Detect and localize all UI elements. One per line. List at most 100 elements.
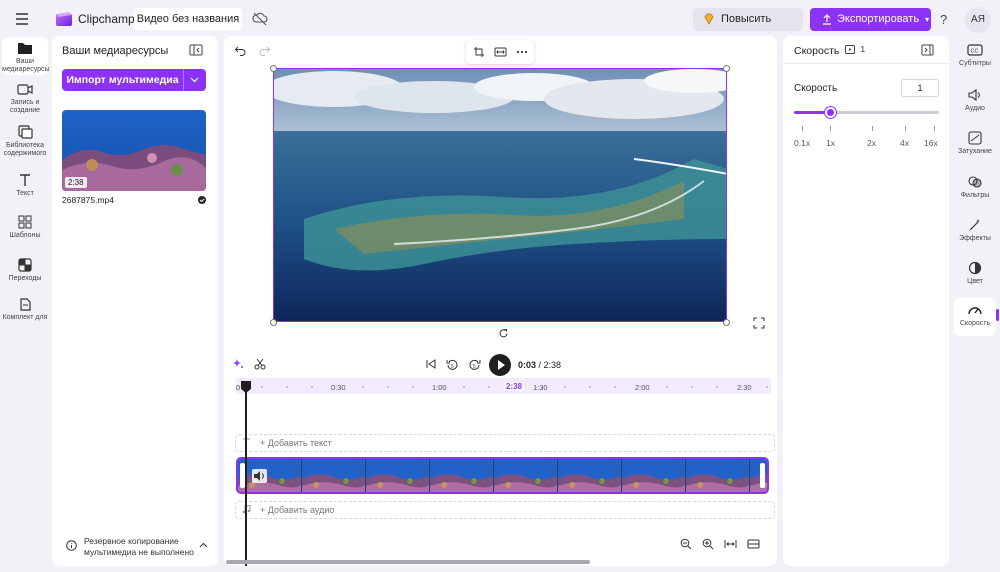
scissors-icon[interactable] <box>254 358 266 370</box>
fit-icon[interactable] <box>494 46 507 58</box>
video-clip[interactable] <box>236 457 769 494</box>
rail-label: Эффекты <box>959 235 991 242</box>
ruler-dot <box>261 386 263 388</box>
export-button[interactable]: Экспортировать ▾ <box>810 8 931 31</box>
resize-handle[interactable] <box>723 65 730 72</box>
rail-label: Библиотека содержимого <box>3 142 47 157</box>
library-icon <box>18 125 33 139</box>
timecode: 0:03 / 2:38 <box>518 360 561 370</box>
slider-mark-label: 16x <box>924 138 938 148</box>
rail-label: Скорость <box>959 320 991 327</box>
undo-icon[interactable] <box>234 44 246 56</box>
upgrade-button[interactable]: Повысить статус <box>693 8 803 48</box>
current-time: 0:03 <box>518 360 537 370</box>
skip-back-icon[interactable] <box>425 358 437 370</box>
timeline-ruler[interactable]: 0 0:30 1:00 1:30 2:00 2:30 2:38 <box>236 378 771 394</box>
timeline-layout-icon[interactable] <box>747 538 760 550</box>
chevron-up-icon[interactable] <box>199 542 208 548</box>
filters-icon <box>968 176 982 188</box>
zoom-out-icon[interactable] <box>680 538 692 550</box>
crop-icon[interactable] <box>473 46 485 58</box>
rail-label: Субтитры <box>959 60 991 67</box>
close-panel-icon[interactable] <box>921 44 934 56</box>
divider <box>783 63 949 64</box>
end-marker: 2:38 <box>504 382 525 391</box>
rail-item-effects[interactable]: Эффекты <box>954 218 996 243</box>
rail-item-filters[interactable]: Фильтры <box>954 175 996 200</box>
fade-icon <box>968 131 982 145</box>
rail-item-brand-kit[interactable]: Комплект для <box>2 297 48 322</box>
avatar[interactable]: АЯ <box>965 7 991 33</box>
rail-item-text[interactable]: Текст <box>2 173 48 198</box>
top-bar: Clipchamp Видео без названия Повысить ст… <box>0 0 1000 48</box>
clip-icon <box>845 45 855 55</box>
sparkle-icon[interactable] <box>232 358 244 370</box>
ruler-tick: 1:00 <box>432 383 447 392</box>
rail-item-fade[interactable]: Затухание <box>954 131 996 156</box>
camera-icon <box>17 84 33 95</box>
cloud-off-icon[interactable] <box>252 11 268 27</box>
rail-item-audio[interactable]: Аудио <box>954 88 996 113</box>
speed-slider-thumb[interactable] <box>825 107 836 118</box>
add-text-track[interactable]: + Добавить текст <box>235 434 775 452</box>
ruler-dot <box>311 386 313 388</box>
rail-item-speed[interactable]: Скорость <box>954 298 996 336</box>
import-media-button[interactable]: Импорт мультимедиа <box>62 69 206 91</box>
rail-item-record[interactable]: Запись и создание <box>2 82 48 115</box>
diamond-icon <box>703 13 715 25</box>
slider-mark <box>872 126 873 131</box>
play-button[interactable] <box>489 354 511 376</box>
audio-icon <box>968 88 980 102</box>
resize-handle[interactable] <box>723 319 730 326</box>
rotate-icon[interactable] <box>498 328 509 339</box>
ruler-tick: 2:30 <box>737 383 752 392</box>
clipchamp-logo-icon <box>55 11 73 27</box>
speaker-icon[interactable] <box>252 469 267 483</box>
add-text-label: + Добавить текст <box>260 438 332 448</box>
zoom-in-icon[interactable] <box>702 538 714 550</box>
import-divider <box>183 69 184 91</box>
fullscreen-icon[interactable] <box>753 317 765 329</box>
collapse-panel-icon[interactable] <box>189 44 203 56</box>
rail-item-templates[interactable]: Шаблоны <box>2 215 48 240</box>
svg-text:5: 5 <box>451 364 454 370</box>
rail-item-library[interactable]: Библиотека содержимого <box>2 125 48 158</box>
project-title[interactable]: Видео без названия <box>134 8 242 30</box>
add-audio-track[interactable]: + Добавить аудио <box>235 501 775 519</box>
clip-count: 1 <box>860 44 866 54</box>
chevron-down-icon[interactable] <box>190 76 199 84</box>
more-icon[interactable] <box>516 46 528 58</box>
ruler-tick: 0:30 <box>331 383 346 392</box>
forward-5-icon[interactable]: 5 <box>468 358 481 371</box>
redo-icon[interactable] <box>259 44 271 56</box>
rewind-5-icon[interactable]: 5 <box>446 358 459 371</box>
transitions-icon <box>18 258 32 272</box>
backup-notice[interactable]: Резервное копирование мультимедиа не вып… <box>62 536 212 558</box>
folder-icon <box>18 43 32 54</box>
preview-toolbar <box>466 40 534 64</box>
help-button[interactable]: ? <box>940 12 947 27</box>
clip-count-badge: 1 <box>845 44 869 57</box>
timeline-scrollbar[interactable] <box>226 560 590 564</box>
menu-icon[interactable] <box>14 12 30 26</box>
rail-label: Текст <box>16 190 34 197</box>
rail-label: Переходы <box>8 275 42 282</box>
app-name: Clipchamp <box>78 12 135 26</box>
rail-label: Фильтры <box>960 192 990 199</box>
speed-value-input[interactable]: 1 <box>901 79 939 97</box>
properties-title: Скорость <box>794 45 840 57</box>
rail-item-transitions[interactable]: Переходы <box>2 258 48 283</box>
media-thumbnail[interactable]: 2:38 <box>62 110 206 191</box>
rail-item-color[interactable]: Цвет <box>954 261 996 286</box>
rail-item-captions[interactable]: CC Субтитры <box>954 43 996 68</box>
playhead-line <box>245 388 247 566</box>
fit-timeline-icon[interactable] <box>724 538 737 550</box>
playhead-handle[interactable] <box>240 380 252 394</box>
ruler-tick: 1:30 <box>533 383 548 392</box>
resize-handle[interactable] <box>270 319 277 326</box>
video-preview[interactable] <box>273 68 727 322</box>
ruler-dot <box>716 386 718 388</box>
clip-trim-handle-right[interactable] <box>760 463 765 488</box>
resize-handle[interactable] <box>270 65 277 72</box>
rail-item-media[interactable]: Ваши медиаресурсы <box>2 37 50 75</box>
